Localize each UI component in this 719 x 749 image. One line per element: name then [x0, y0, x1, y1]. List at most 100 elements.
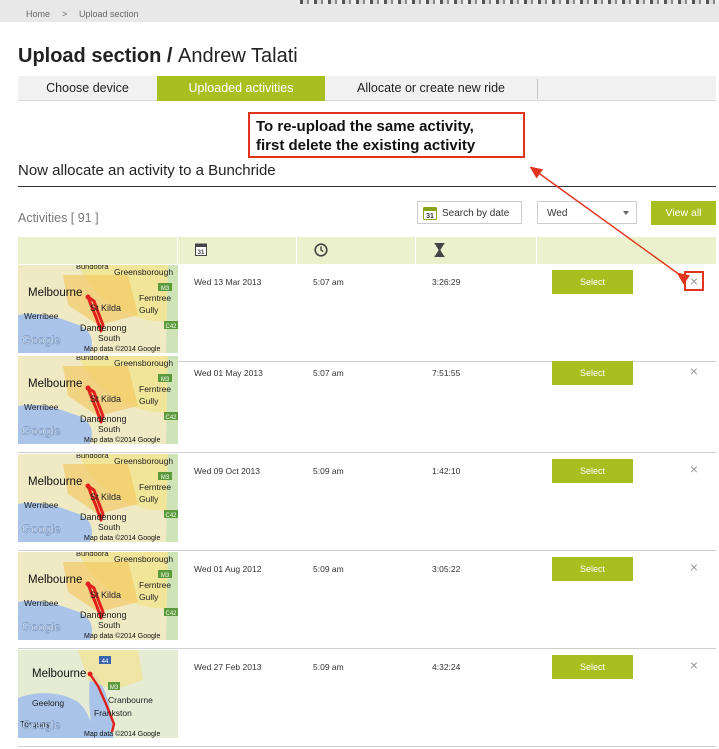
search-by-date-button[interactable]: 31 Search by date: [417, 201, 522, 224]
map-label-dandenong: Dandenong: [80, 512, 127, 522]
map-label-dandenong: Dandenong: [80, 610, 127, 620]
activity-date: Wed 09 Oct 2013: [194, 466, 260, 476]
header-map-column: [18, 237, 178, 264]
activities-count: Activities [ 91 ]: [18, 211, 99, 225]
map-label-greensborough: Greensborough: [114, 554, 173, 564]
tab-allocate-create-ride[interactable]: Allocate or create new ride: [325, 76, 537, 101]
map-label-melbourne: Melbourne: [28, 476, 82, 488]
map-label-werribee: Werribee: [24, 311, 59, 321]
map-label-ferntree: Ferntree: [139, 482, 171, 492]
map-attribution: Map data ©2014 Google: [84, 345, 160, 353]
map-attribution: Map data ©2014 Google: [84, 534, 160, 542]
select-activity-button[interactable]: Select: [552, 361, 633, 385]
map-label-gully: Gully: [139, 592, 159, 602]
header-time-column: [297, 237, 416, 264]
day-select-value: Wed: [547, 208, 568, 219]
map-label-m3: M3: [161, 377, 170, 383]
activity-map: 44 M3 Melbourne Geelong Cranbourne Frank…: [18, 650, 178, 738]
map-label-bundoora: Bundoora: [76, 265, 109, 271]
map-label-bundoora: Bundoora: [76, 356, 109, 362]
header-actions-column: [537, 237, 716, 264]
map-label-melbourne: Melbourne: [32, 668, 86, 680]
select-activity-button[interactable]: Select: [552, 459, 633, 483]
page-title-separator: /: [161, 45, 179, 67]
delete-activity-button[interactable]: ×: [684, 362, 704, 382]
activity-time: 5:09 am: [313, 662, 344, 672]
map-label-m3: M3: [110, 685, 119, 691]
svg-text:31: 31: [198, 250, 205, 256]
delete-activity-button[interactable]: ×: [684, 271, 704, 291]
activity-duration: 1:42:10: [432, 466, 461, 476]
annotation-callout: To re-upload the same activity, first de…: [248, 112, 525, 158]
clock-icon: [314, 243, 328, 262]
table-header: 31: [18, 237, 716, 264]
google-logo: Google: [22, 424, 61, 438]
activity-time: 5:07 am: [313, 368, 344, 378]
table-row: M3 C42 Bundoora Greensborough Melbourne …: [18, 453, 716, 551]
map-label-st-kilda: St Kilda: [90, 303, 121, 313]
tab-choose-device[interactable]: Choose device: [18, 76, 157, 101]
view-all-button[interactable]: View all: [651, 201, 716, 225]
map-label-m3: M3: [161, 286, 170, 292]
map-label-m3: M3: [161, 475, 170, 481]
activity-date: Wed 01 May 2013: [194, 368, 263, 378]
google-logo: Google: [22, 620, 61, 634]
map-label-gully: Gully: [139, 396, 159, 406]
activity-map: M3 C42 Bundoora Greensborough Melbourne …: [18, 552, 178, 640]
activity-date: Wed 13 Mar 2013: [194, 277, 262, 287]
breadcrumb-home[interactable]: Home: [26, 9, 50, 19]
google-logo: Google: [22, 522, 61, 536]
header-duration-column: [416, 237, 537, 264]
map-label-gully: Gully: [139, 494, 159, 504]
map-label-greensborough: Greensborough: [114, 267, 173, 277]
activity-time: 5:07 am: [313, 277, 344, 287]
delete-activity-button[interactable]: ×: [684, 558, 704, 578]
activity-time: 5:09 am: [313, 466, 344, 476]
chevron-down-icon: [623, 211, 629, 215]
activity-map: M3 C42 Bundoora Greensborough Melbourne …: [18, 454, 178, 542]
page-title-text: Upload section: [18, 45, 162, 67]
tab-uploaded-activities[interactable]: Uploaded activities: [157, 76, 325, 101]
map-attribution: Map data ©2014 Google: [84, 730, 160, 738]
map-label-st-kilda: St Kilda: [90, 394, 121, 404]
activity-map: M3 C42 Bundoora Greensborough Melbourne …: [18, 356, 178, 444]
table-row: M3 C42 Bundoora Greensborough Melbourne …: [18, 355, 716, 453]
map-label-ferntree: Ferntree: [139, 293, 171, 303]
callout-line-2: first delete the existing activity: [256, 137, 476, 154]
map-label-greensborough: Greensborough: [114, 358, 173, 368]
map-label-dandenong: Dandenong: [80, 323, 127, 333]
map-label-ferntree: Ferntree: [139, 580, 171, 590]
activity-date: Wed 27 Feb 2013: [194, 662, 262, 672]
activity-date: Wed 01 Aug 2012: [194, 564, 262, 574]
header-date-column: 31: [178, 237, 297, 264]
map-label-south: South: [98, 424, 120, 434]
select-activity-button[interactable]: Select: [552, 655, 633, 679]
map-label-bundoora: Bundoora: [76, 552, 109, 558]
map-attribution: Map data ©2014 Google: [84, 632, 160, 640]
day-select[interactable]: Wed: [537, 201, 637, 224]
map-label-werribee: Werribee: [24, 598, 59, 608]
search-by-date-label: Search by date: [442, 208, 510, 219]
hourglass-icon: [434, 242, 445, 262]
map-label-c42: C42: [165, 513, 177, 519]
map-label-st-kilda: St Kilda: [90, 590, 121, 600]
callout-line-1: To re-upload the same activity,: [256, 118, 474, 135]
map-label-m3: M3: [161, 573, 170, 579]
delete-activity-button[interactable]: ×: [684, 460, 704, 480]
table-row: M3 C42 Bundoora Greensborough Melbourne …: [18, 264, 716, 362]
map-label-gully: Gully: [139, 305, 159, 315]
map-label-south: South: [98, 522, 120, 532]
map-attribution: Map data ©2014 Google: [84, 436, 160, 444]
header-decoration: [300, 0, 719, 4]
map-label-greensborough: Greensborough: [114, 456, 173, 466]
select-activity-button[interactable]: Select: [552, 270, 633, 294]
breadcrumb: Home > Upload section: [0, 0, 719, 22]
table-row: 44 M3 Melbourne Geelong Cranbourne Frank…: [18, 649, 716, 747]
breadcrumb-separator: >: [62, 9, 68, 19]
select-activity-button[interactable]: Select: [552, 557, 633, 581]
delete-activity-button[interactable]: ×: [684, 656, 704, 676]
calendar-icon: 31: [423, 206, 437, 223]
map-label-cranbourne: Cranbourne: [108, 695, 153, 705]
table-row: M3 C42 Bundoora Greensborough Melbourne …: [18, 551, 716, 649]
map-label-frankston: Frankston: [94, 708, 132, 718]
